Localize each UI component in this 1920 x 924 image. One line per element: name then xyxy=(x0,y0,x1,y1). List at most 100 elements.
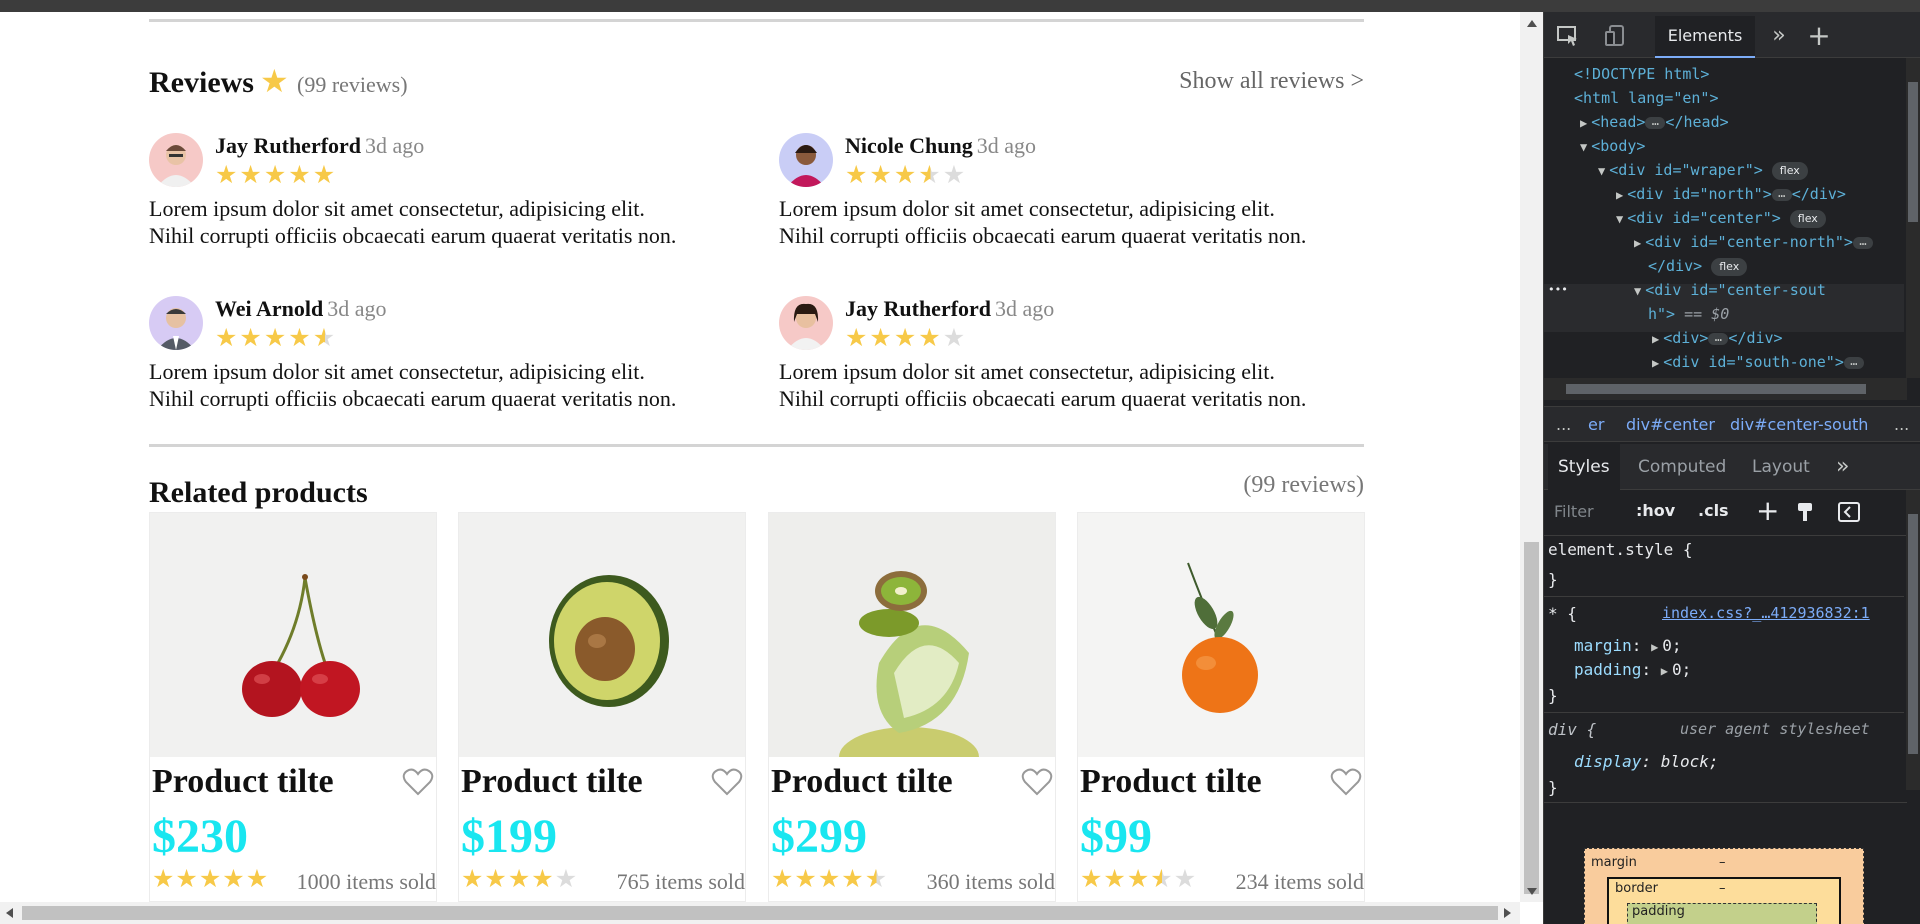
show-all-reviews-link[interactable]: Show all reviews > xyxy=(1179,68,1364,95)
dom-line[interactable]: ▶ <div>… </div> xyxy=(1652,326,1783,350)
breadcrumb-item[interactable]: er xyxy=(1588,407,1604,443)
review-rating: ★★★★★ xyxy=(215,163,337,188)
styles-vertical-scrollbar[interactable] xyxy=(1906,490,1920,790)
rule-selector[interactable]: element.style { xyxy=(1548,540,1693,559)
dom-gutter-dots[interactable]: ••• xyxy=(1548,278,1568,302)
dom-line[interactable]: ▼ <div id="center"> flex xyxy=(1616,206,1826,230)
product-card[interactable]: Product tilte $299 ★★★★★ 360 items sold xyxy=(768,512,1056,902)
tab-layout[interactable]: Layout xyxy=(1752,444,1810,490)
heart-icon[interactable] xyxy=(1021,767,1053,797)
product-card[interactable]: Product tilte $199 ★★★★★ 765 items sold xyxy=(458,512,746,902)
inspect-element-icon[interactable] xyxy=(1556,24,1580,48)
breadcrumb-item[interactable]: div#center xyxy=(1626,407,1715,443)
star-icon: ★ xyxy=(263,162,289,189)
dom-line[interactable]: ▶ <div id="north">… </div> xyxy=(1616,182,1846,206)
dom-line[interactable]: ▶ <div id="south-one">… xyxy=(1652,350,1864,374)
collapse-triangle-icon: ▼ xyxy=(1616,212,1624,226)
box-model-diagram[interactable]: margin – border – padding xyxy=(1584,848,1864,924)
hov-toggle[interactable]: :hov xyxy=(1636,501,1675,520)
device-toolbar-icon[interactable] xyxy=(1604,24,1628,48)
avatar xyxy=(149,296,203,350)
rule-selector[interactable]: * { xyxy=(1548,604,1577,623)
page-vertical-scroll-thumb[interactable] xyxy=(1524,542,1539,894)
dom-horizontal-scrollbar[interactable] xyxy=(1544,378,1907,400)
tab-styles[interactable]: Styles xyxy=(1548,444,1620,490)
page-horizontal-scrollbar[interactable] xyxy=(0,902,1520,924)
breadcrumb-more[interactable]: ... xyxy=(1556,407,1571,443)
star-icon: ★ xyxy=(1103,866,1127,893)
tab-elements[interactable]: Elements xyxy=(1655,16,1755,58)
add-tab-plus-icon[interactable]: + xyxy=(1807,22,1831,50)
product-image-tangerine[interactable] xyxy=(1078,513,1364,757)
dom-horizontal-scroll-thumb[interactable] xyxy=(1566,384,1866,394)
styles-filter-input[interactable]: Filter xyxy=(1554,502,1594,521)
items-sold: 360 items sold xyxy=(926,869,1055,894)
dom-line[interactable]: <!DOCTYPE html> xyxy=(1574,62,1709,86)
dom-line[interactable]: ▼ <body> xyxy=(1580,134,1645,158)
dom-tree[interactable]: <!DOCTYPE html> <html lang="en"> ▶ <head>… xyxy=(1544,58,1920,378)
breadcrumb-more[interactable]: ... xyxy=(1894,407,1909,443)
items-sold: 234 items sold xyxy=(1235,869,1364,894)
style-rules[interactable]: element.style { } * { index.css?_…412936… xyxy=(1544,536,1920,797)
rule-declaration[interactable]: margin: ▶ 0; xyxy=(1574,636,1682,655)
product-rating: ★★★★★ xyxy=(1080,867,1197,892)
star-icon: ★ xyxy=(245,866,270,893)
star-icon: ★ xyxy=(841,866,865,893)
dom-line[interactable]: <html lang="en"> xyxy=(1574,86,1719,110)
paint-brush-icon[interactable] xyxy=(1796,502,1814,526)
product-image-avocado[interactable] xyxy=(459,513,745,757)
box-model-padding: padding xyxy=(1627,903,1817,924)
new-rule-plus-icon[interactable]: + xyxy=(1756,494,1779,527)
product-price: $299 xyxy=(771,810,867,863)
ellipsis-icon: … xyxy=(1771,187,1792,201)
review-text: Lorem ipsum dolor sit amet consectetur, … xyxy=(149,359,677,411)
dom-line-selected[interactable]: ▼ <div id="center-sout xyxy=(1634,278,1826,302)
rule-source-link[interactable]: index.css?_…412936832:1 xyxy=(1662,604,1870,622)
flex-badge: flex xyxy=(1711,257,1748,276)
star-icon: ★ xyxy=(198,866,223,893)
product-title[interactable]: Product tilte xyxy=(461,763,643,801)
heart-icon[interactable] xyxy=(1330,767,1362,797)
product-card[interactable]: Product tilte $230 ★★★★★ 1000 items sold xyxy=(149,512,437,902)
dom-line[interactable]: ▶ <div id="center-north">… xyxy=(1634,230,1873,254)
scroll-left-arrow-icon[interactable] xyxy=(6,908,13,918)
rule-separator xyxy=(1544,712,1904,713)
page-vertical-scrollbar[interactable] xyxy=(1520,12,1543,902)
expand-triangle-icon: ▶ xyxy=(1652,356,1660,370)
rule-declaration[interactable]: display: block; xyxy=(1574,752,1719,771)
cls-toggle[interactable]: .cls xyxy=(1698,501,1729,520)
rule-selector[interactable]: div { xyxy=(1548,720,1596,739)
dom-scroll-thumb[interactable] xyxy=(1908,82,1918,222)
review-text: Lorem ipsum dolor sit amet consectetur, … xyxy=(779,196,1307,248)
dom-vertical-scrollbar[interactable] xyxy=(1906,58,1920,378)
devtools-toolbar: Elements » + xyxy=(1544,12,1920,58)
collapse-triangle-icon: ▼ xyxy=(1634,284,1642,298)
heart-icon[interactable] xyxy=(402,767,434,797)
scroll-down-arrow-icon[interactable] xyxy=(1527,888,1537,895)
rule-declaration[interactable]: padding: ▶ 0; xyxy=(1574,660,1691,679)
product-card[interactable]: Product tilte $99 ★★★★★ 234 items sold xyxy=(1077,512,1365,902)
product-image-cherries[interactable] xyxy=(150,513,436,757)
more-tabs-chevron-icon[interactable]: » xyxy=(1767,24,1791,48)
expand-triangle-icon: ▶ xyxy=(1651,640,1659,654)
dom-line[interactable]: </div> flex xyxy=(1648,254,1748,278)
dom-line[interactable]: ▶ <head>… </head> xyxy=(1580,110,1729,134)
scroll-up-arrow-icon[interactable] xyxy=(1527,20,1537,27)
product-title[interactable]: Product tilte xyxy=(1080,763,1262,801)
toggle-sidebar-icon[interactable] xyxy=(1838,502,1860,526)
tab-computed[interactable]: Computed xyxy=(1638,444,1726,490)
heart-icon[interactable] xyxy=(711,767,743,797)
page-horizontal-scroll-thumb[interactable] xyxy=(22,906,1498,920)
star-icon: ★ xyxy=(215,162,240,189)
dom-line[interactable]: ▼ <div id="wraper"> flex xyxy=(1598,158,1808,182)
dom-line-selected[interactable]: h"> == $0 xyxy=(1648,302,1729,326)
breadcrumb-item[interactable]: div#center-south xyxy=(1730,407,1868,443)
product-title[interactable]: Product tilte xyxy=(771,763,953,801)
window-top-bar xyxy=(0,0,1920,12)
more-tabs-chevron-icon[interactable]: » xyxy=(1836,444,1849,490)
product-image-kiwi-lime[interactable] xyxy=(769,513,1055,757)
styles-scroll-thumb[interactable] xyxy=(1908,514,1918,754)
product-price: $99 xyxy=(1080,810,1152,863)
product-title[interactable]: Product tilte xyxy=(152,763,334,801)
scroll-right-arrow-icon[interactable] xyxy=(1504,908,1511,918)
